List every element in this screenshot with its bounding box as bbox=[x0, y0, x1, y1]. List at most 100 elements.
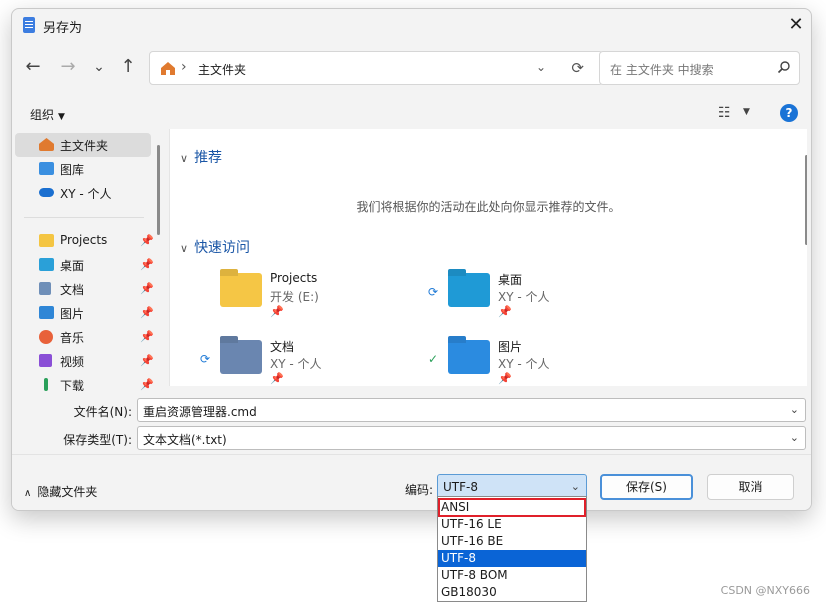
sidebar-item-label: 文档 bbox=[60, 283, 85, 297]
desktop-icon bbox=[39, 258, 54, 271]
filetype-value: 文本文档(*.txt) bbox=[143, 433, 227, 447]
sidebar-item-documents[interactable]: 文档 📌 bbox=[15, 277, 154, 301]
filetype-label: 保存类型(T): bbox=[63, 433, 132, 447]
encoding-option-utf16le[interactable]: UTF-16 LE bbox=[438, 516, 586, 533]
quick-access-item-documents[interactable]: ⟳ 文档 XY - 个人 📌 bbox=[200, 338, 410, 386]
encoding-dropdown-list: ANSI UTF-16 LE UTF-16 BE UTF-8 UTF-8 BOM… bbox=[437, 496, 587, 602]
breadcrumb-home[interactable]: 主文件夹 bbox=[198, 61, 246, 78]
encoding-option-ansi[interactable]: ANSI bbox=[438, 499, 586, 516]
hide-folders-toggle[interactable]: ∧ 隐藏文件夹 bbox=[24, 483, 97, 500]
breadcrumb-separator: › bbox=[181, 59, 187, 75]
encoding-option-gb18030[interactable]: GB18030 bbox=[438, 584, 586, 601]
recommended-section-header[interactable]: ∨ 推荐 bbox=[180, 147, 222, 167]
search-input[interactable]: 在 主文件夹 中搜索 bbox=[599, 51, 800, 85]
sidebar-item-onedrive[interactable]: XY - 个人 bbox=[15, 181, 151, 205]
sidebar-item-label: 图库 bbox=[60, 163, 85, 177]
chevron-down-icon[interactable]: ⌄ bbox=[790, 403, 799, 416]
title-bar: 另存为 ✕ bbox=[12, 9, 811, 41]
pin-icon: 📌 bbox=[140, 354, 154, 367]
recommended-title: 推荐 bbox=[194, 150, 223, 166]
quick-access-item-pictures[interactable]: ✓ 图片 XY - 个人 📌 bbox=[428, 338, 638, 386]
forward-button[interactable]: → bbox=[57, 57, 79, 79]
close-button[interactable]: ✕ bbox=[783, 13, 809, 39]
sidebar-item-desktop[interactable]: 桌面 📌 bbox=[15, 253, 154, 277]
view-options-icon[interactable]: ☷ bbox=[718, 105, 731, 121]
pin-icon: 📌 bbox=[270, 372, 284, 385]
documents-icon bbox=[39, 282, 51, 295]
watermark: CSDN @NXY666 bbox=[720, 584, 810, 597]
save-button[interactable]: 保存(S) bbox=[600, 474, 693, 500]
pictures-icon bbox=[39, 306, 54, 319]
sidebar-item-label: 下载 bbox=[60, 379, 85, 391]
quick-access-location: XY - 个人 bbox=[498, 357, 550, 371]
sidebar-item-label: 桌面 bbox=[60, 259, 85, 273]
pin-icon: 📌 bbox=[498, 305, 512, 318]
chevron-down-icon[interactable]: ⌄ bbox=[790, 431, 799, 444]
address-dropdown-icon[interactable]: ⌄ bbox=[536, 60, 546, 74]
chevron-down-icon: ⌄ bbox=[570, 480, 580, 493]
sidebar-item-label: 视频 bbox=[60, 355, 85, 369]
folder-icon bbox=[39, 234, 54, 247]
address-bar[interactable]: › 主文件夹 ⌄ ⟳ bbox=[149, 51, 603, 85]
recent-locations-button[interactable]: ⌄ bbox=[88, 57, 110, 79]
quick-access-location: XY - 个人 bbox=[498, 290, 550, 304]
back-button[interactable]: ← bbox=[22, 57, 44, 79]
projects-folder-icon bbox=[220, 273, 262, 307]
quick-access-section-header[interactable]: ∨ 快速访问 bbox=[180, 237, 250, 257]
encoding-option-utf8bom[interactable]: UTF-8 BOM bbox=[438, 567, 586, 584]
up-button[interactable]: ↑ bbox=[117, 57, 139, 79]
search-placeholder: 在 主文件夹 中搜索 bbox=[610, 63, 714, 77]
chevron-down-icon: ∨ bbox=[180, 242, 189, 255]
pin-icon: 📌 bbox=[140, 330, 154, 343]
dialog-footer: ∧ 隐藏文件夹 编码: UTF-8 ⌄ 保存(S) 取消 bbox=[12, 454, 811, 510]
home-icon bbox=[161, 62, 175, 75]
encoding-option-utf16be[interactable]: UTF-16 BE bbox=[438, 533, 586, 550]
sidebar-item-projects[interactable]: Projects 📌 bbox=[15, 229, 154, 253]
window-title: 另存为 bbox=[43, 21, 83, 36]
recommended-empty-message: 我们将根据你的活动在此处向你显示推荐的文件。 bbox=[356, 200, 621, 214]
navigation-pane: 主文件夹 图库 XY - 个人 Projects 📌 桌面 📌 文档 📌 图片 … bbox=[12, 129, 168, 391]
desktop-folder-icon bbox=[448, 273, 490, 307]
pin-icon: 📌 bbox=[140, 306, 154, 319]
pin-icon: 📌 bbox=[140, 378, 154, 391]
videos-icon bbox=[39, 354, 52, 367]
hide-folders-label: 隐藏文件夹 bbox=[37, 485, 98, 499]
sidebar-item-gallery[interactable]: 图库 bbox=[15, 157, 151, 181]
organize-button[interactable]: 组织 ▼ bbox=[30, 106, 65, 123]
file-list-pane: ∨ 推荐 我们将根据你的活动在此处向你显示推荐的文件。 ∨ 快速访问 Project… bbox=[169, 129, 807, 386]
sidebar-item-label: 图片 bbox=[60, 307, 85, 321]
chevron-up-icon: ∧ bbox=[24, 488, 32, 499]
filename-field[interactable]: 重启资源管理器.cmd ⌄ bbox=[137, 398, 806, 422]
sidebar-item-label: Projects bbox=[60, 233, 108, 247]
save-as-dialog: 另存为 ✕ ← → ⌄ ↑ › 主文件夹 ⌄ ⟳ 在 主文件夹 中搜索 组织 ▼ … bbox=[11, 8, 812, 511]
encoding-option-utf8[interactable]: UTF-8 bbox=[438, 550, 586, 567]
home-icon bbox=[39, 138, 54, 151]
sidebar-item-music[interactable]: 音乐 📌 bbox=[15, 325, 154, 349]
refresh-icon[interactable]: ⟳ bbox=[571, 59, 584, 77]
onedrive-icon bbox=[39, 188, 54, 197]
quick-access-item-projects[interactable]: Projects 开发 (E:) 📌 bbox=[200, 271, 410, 327]
sidebar-item-pictures[interactable]: 图片 📌 bbox=[15, 301, 154, 325]
chevron-down-icon: ∨ bbox=[180, 152, 189, 165]
pin-icon: 📌 bbox=[140, 282, 154, 295]
sync-icon: ⟳ bbox=[200, 352, 211, 366]
filename-value: 重启资源管理器.cmd bbox=[143, 405, 257, 419]
content-scrollbar[interactable] bbox=[805, 155, 807, 245]
filetype-select[interactable]: 文本文档(*.txt) ⌄ bbox=[137, 426, 806, 450]
sidebar-item-label: 音乐 bbox=[60, 331, 85, 345]
quick-access-item-desktop[interactable]: ⟳ 桌面 XY - 个人 📌 bbox=[428, 271, 638, 327]
quick-access-name: 桌面 bbox=[498, 273, 523, 287]
help-icon[interactable]: ? bbox=[780, 104, 798, 122]
quick-access-name: 文档 bbox=[270, 340, 295, 354]
sidebar-item-home[interactable]: 主文件夹 bbox=[15, 133, 151, 157]
sidebar-scrollbar[interactable] bbox=[157, 145, 160, 235]
quick-access-name: Projects bbox=[270, 271, 318, 285]
quick-access-title: 快速访问 bbox=[194, 240, 251, 256]
cancel-button[interactable]: 取消 bbox=[707, 474, 794, 500]
sidebar-item-downloads[interactable]: 下载 📌 bbox=[15, 373, 154, 391]
view-dropdown-icon[interactable]: ▼ bbox=[743, 107, 750, 117]
notepad-icon bbox=[23, 17, 35, 33]
sidebar-item-videos[interactable]: 视频 📌 bbox=[15, 349, 154, 373]
pin-icon: 📌 bbox=[140, 234, 154, 247]
quick-access-name: 图片 bbox=[498, 340, 523, 354]
